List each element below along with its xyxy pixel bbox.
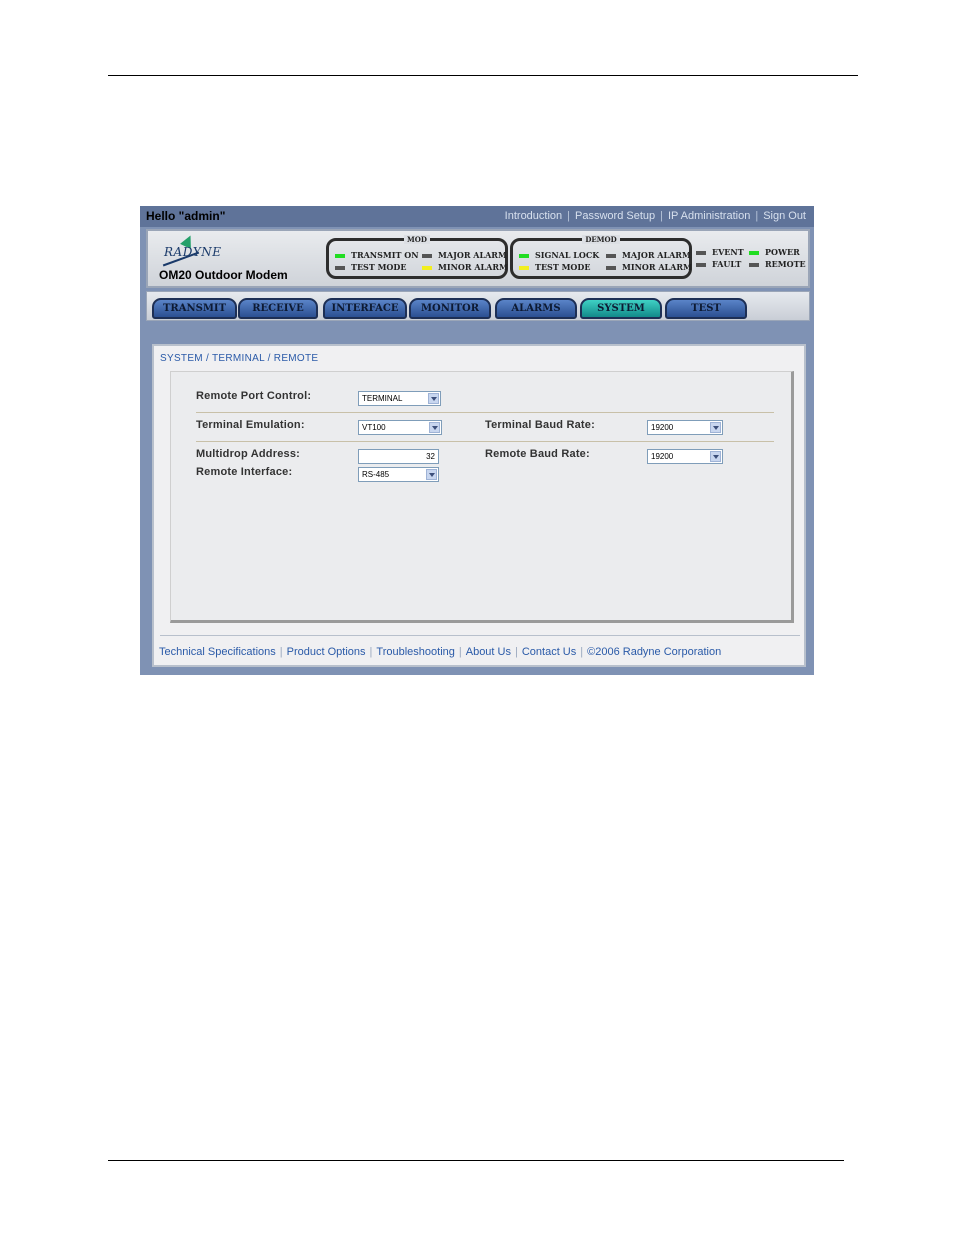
led-mod-test-mode: TEST MODE bbox=[335, 262, 406, 272]
demod-status-box: DEMOD SIGNAL LOCK TEST MODE MAJOR ALARM … bbox=[510, 235, 692, 279]
chevron-down-icon bbox=[710, 451, 721, 462]
copyright: ©2006 Radyne Corporation bbox=[587, 646, 722, 658]
mod-title: MOD bbox=[404, 235, 430, 244]
page-top-rule bbox=[108, 75, 858, 76]
led-demod-major-alarm: MAJOR ALARM bbox=[606, 250, 691, 260]
led-green-icon bbox=[749, 251, 759, 255]
technical-specifications-link[interactable]: Technical Specifications bbox=[159, 646, 276, 658]
tab-monitor[interactable]: MONITOR bbox=[409, 298, 491, 319]
terminal-emulation-select[interactable]: VT100 bbox=[358, 420, 442, 435]
led-off-icon bbox=[335, 266, 345, 270]
contact-us-link[interactable]: Contact Us bbox=[522, 646, 576, 658]
remote-port-control-label: Remote Port Control: bbox=[196, 390, 312, 402]
led-yellow-icon bbox=[422, 266, 432, 270]
tab-system[interactable]: SYSTEM bbox=[580, 298, 662, 319]
breadcrumb: SYSTEM / TERMINAL / REMOTE bbox=[160, 353, 319, 364]
chevron-down-icon bbox=[710, 422, 721, 433]
remote-port-control-select[interactable]: TERMINAL bbox=[358, 391, 441, 406]
multidrop-address-input[interactable]: 32 bbox=[358, 449, 439, 464]
remote-baud-rate-select[interactable]: 19200 bbox=[647, 449, 723, 464]
tab-receive[interactable]: RECEIVE bbox=[238, 298, 318, 319]
sign-out-link[interactable]: Sign Out bbox=[763, 210, 806, 222]
led-demod-test-mode: TEST MODE bbox=[519, 262, 590, 272]
tab-interface[interactable]: INTERFACE bbox=[323, 298, 407, 319]
tab-alarms[interactable]: ALARMS bbox=[495, 298, 577, 319]
chevron-down-icon bbox=[429, 422, 440, 433]
main-tabs: TRANSMIT RECEIVE INTERFACE MONITOR ALARM… bbox=[146, 291, 810, 321]
page-bottom-rule bbox=[108, 1160, 844, 1161]
mod-status-box: MOD TRANSMIT ON TEST MODE MAJOR ALARM MI… bbox=[326, 235, 508, 279]
led-green-icon bbox=[335, 254, 345, 258]
product-options-link[interactable]: Product Options bbox=[287, 646, 366, 658]
remote-baud-rate-label: Remote Baud Rate: bbox=[485, 448, 590, 460]
settings-panel: Remote Port Control: TERMINAL Terminal E… bbox=[170, 371, 794, 623]
led-mod-major-alarm: MAJOR ALARM bbox=[422, 250, 507, 260]
remote-interface-select[interactable]: RS-485 bbox=[358, 467, 439, 482]
footer-divider bbox=[160, 635, 800, 636]
top-links: Introduction | Password Setup | IP Administr… bbox=[504, 210, 806, 222]
led-green-icon bbox=[519, 254, 529, 258]
app-window: Hello "admin" Introduction | Password Setu… bbox=[140, 206, 814, 675]
multidrop-address-label: Multidrop Address: bbox=[196, 448, 301, 460]
footer-links: Technical Specifications | Product Options… bbox=[159, 646, 722, 658]
row-divider bbox=[196, 441, 774, 442]
led-signal-lock: SIGNAL LOCK bbox=[519, 250, 599, 260]
demod-title: DEMOD bbox=[582, 235, 620, 244]
led-off-icon bbox=[606, 254, 616, 258]
led-demod-minor-alarm: MINOR ALARM bbox=[606, 262, 692, 272]
row-divider bbox=[196, 412, 774, 413]
password-setup-link[interactable]: Password Setup bbox=[575, 210, 655, 222]
troubleshooting-link[interactable]: Troubleshooting bbox=[376, 646, 454, 658]
led-off-icon bbox=[749, 263, 759, 267]
introduction-link[interactable]: Introduction bbox=[505, 210, 562, 222]
terminal-baud-rate-select[interactable]: 19200 bbox=[647, 420, 723, 435]
content-area: SYSTEM / TERMINAL / REMOTE Remote Port C… bbox=[152, 344, 806, 667]
terminal-emulation-label: Terminal Emulation: bbox=[196, 419, 305, 431]
led-off-icon bbox=[606, 266, 616, 270]
led-transmit-on: TRANSMIT ON bbox=[335, 250, 419, 260]
top-bar: Hello "admin" Introduction | Password Setu… bbox=[140, 206, 814, 227]
led-yellow-icon bbox=[519, 266, 529, 270]
led-power: POWER bbox=[749, 247, 800, 257]
header-panel: RADYNE OM20 Outdoor Modem MOD TRANSMIT O… bbox=[146, 229, 810, 288]
radyne-logo: RADYNE bbox=[164, 245, 222, 259]
terminal-baud-rate-label: Terminal Baud Rate: bbox=[485, 419, 595, 431]
ip-administration-link[interactable]: IP Administration bbox=[668, 210, 750, 222]
led-off-icon bbox=[696, 251, 706, 255]
tab-test[interactable]: TEST bbox=[665, 298, 747, 319]
led-remote: REMOTE bbox=[749, 259, 806, 269]
led-fault: FAULT bbox=[696, 259, 741, 269]
led-mod-minor-alarm: MINOR ALARM bbox=[422, 262, 508, 272]
led-off-icon bbox=[422, 254, 432, 258]
remote-interface-label: Remote Interface: bbox=[196, 466, 293, 478]
tab-transmit[interactable]: TRANSMIT bbox=[152, 298, 237, 319]
led-event: EVENT bbox=[696, 247, 744, 257]
led-off-icon bbox=[696, 263, 706, 267]
chevron-down-icon bbox=[428, 393, 439, 404]
chevron-down-icon bbox=[426, 469, 437, 480]
greeting: Hello "admin" bbox=[146, 209, 226, 223]
about-us-link[interactable]: About Us bbox=[466, 646, 511, 658]
model-name: OM20 Outdoor Modem bbox=[159, 268, 288, 282]
